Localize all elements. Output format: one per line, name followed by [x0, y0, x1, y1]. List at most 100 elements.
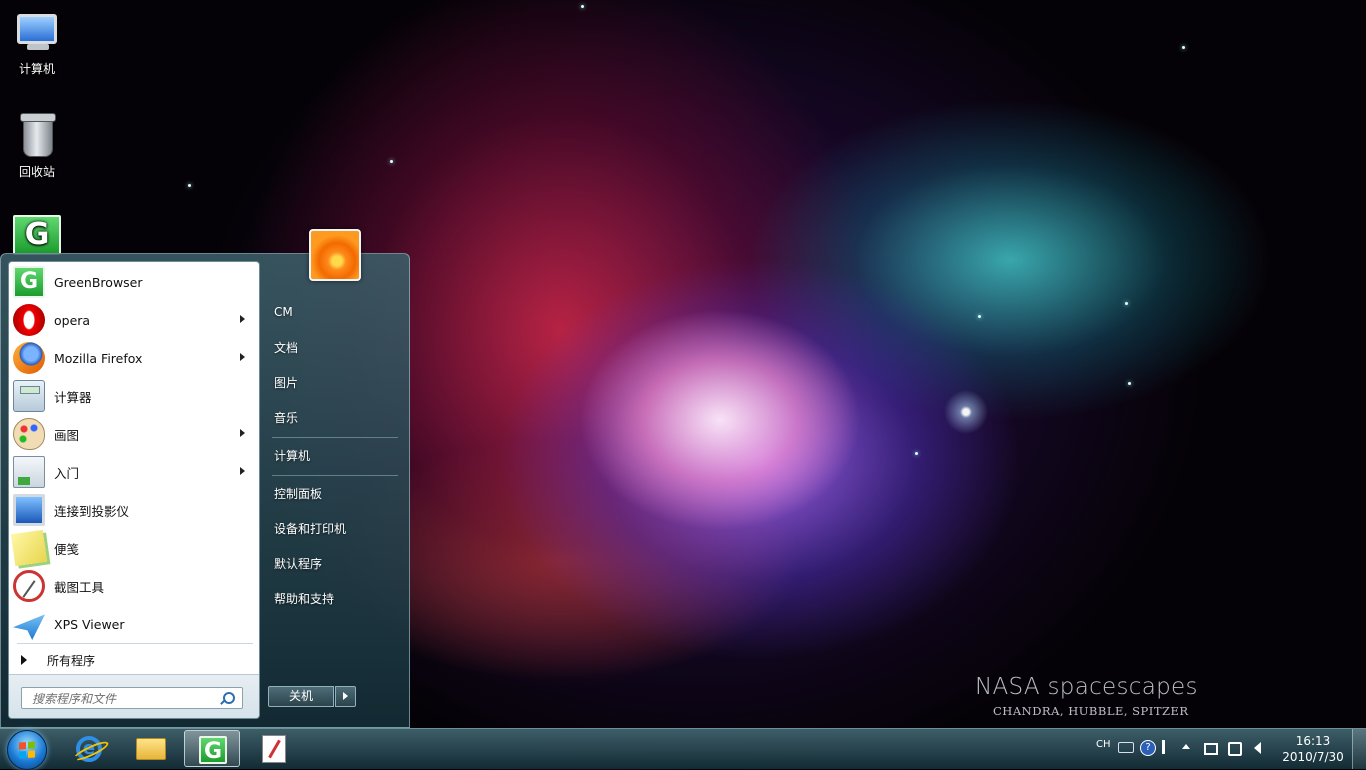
- program-item-getting-started[interactable]: 入门: [9, 453, 259, 491]
- computer-icon: [13, 8, 61, 56]
- wallpaper-subtitle: CHANDRA, HUBBLE, SPITZER: [993, 704, 1189, 718]
- divider: [17, 643, 253, 644]
- all-programs-label: 所有程序: [47, 653, 96, 668]
- right-item-help-support[interactable]: 帮助和支持: [266, 583, 402, 613]
- xps-viewer-icon: [13, 614, 45, 640]
- greenbrowser-icon: G: [199, 736, 227, 764]
- paint-icon: [13, 418, 45, 450]
- clock-date: 2010/7/30: [1282, 750, 1344, 764]
- show-hidden-icons-icon[interactable]: [1182, 744, 1190, 749]
- submenu-arrow-icon[interactable]: [240, 467, 245, 475]
- right-item-label: 音乐: [274, 410, 299, 425]
- star: [978, 315, 981, 318]
- getting-started-icon: [13, 456, 45, 488]
- program-label: 连接到投影仪: [54, 503, 130, 519]
- sticky-notes-icon: [10, 529, 48, 567]
- recycle-bin-icon: [13, 111, 61, 159]
- wallpaper-watermark: NASA spacescapes CHANDRA, HUBBLE, SPITZE…: [975, 674, 1205, 718]
- desktop-icon-label: 回收站: [18, 165, 55, 179]
- program-label: XPS Viewer: [54, 616, 125, 632]
- star: [188, 184, 191, 187]
- program-item-projector[interactable]: 连接到投影仪: [9, 491, 259, 529]
- shutdown-options-button[interactable]: [335, 686, 356, 707]
- keyboard-icon[interactable]: [1118, 742, 1134, 753]
- program-label: Mozilla Firefox: [54, 350, 143, 366]
- clock[interactable]: 16:13 2010/7/30: [1282, 733, 1344, 765]
- program-label: 截图工具: [54, 579, 105, 595]
- action-center-icon[interactable]: [1228, 742, 1242, 756]
- submenu-arrow-icon[interactable]: [240, 353, 245, 361]
- ime-options-icon[interactable]: [1162, 740, 1171, 754]
- program-label: GreenBrowser: [54, 274, 143, 290]
- right-item-label: CM: [274, 305, 293, 319]
- search-box[interactable]: [21, 687, 243, 709]
- submenu-arrow-icon[interactable]: [240, 429, 245, 437]
- projector-icon: [13, 494, 45, 526]
- desktop-icon-recycle-bin[interactable]: 回收站: [0, 111, 74, 180]
- right-item-label: 文档: [274, 340, 299, 355]
- right-item-control-panel[interactable]: 控制面板: [266, 478, 402, 508]
- star: [1125, 302, 1128, 305]
- taskbar-windows-explorer[interactable]: [122, 730, 178, 767]
- star: [581, 5, 584, 8]
- program-label: 计算器: [54, 389, 92, 405]
- submenu-arrow-icon[interactable]: [240, 315, 245, 323]
- program-item-opera[interactable]: opera: [9, 301, 259, 339]
- program-label: opera: [54, 312, 91, 328]
- program-label: 便笺: [54, 541, 80, 557]
- program-label: 画图: [54, 427, 80, 443]
- program-item-xps-viewer[interactable]: XPS Viewer: [9, 605, 259, 643]
- shutdown-button[interactable]: 关机: [268, 686, 334, 707]
- language-indicator[interactable]: CH: [1096, 739, 1111, 750]
- desktop-icon-computer[interactable]: 计算机: [0, 8, 74, 77]
- program-label: 入门: [54, 465, 80, 481]
- desktop-icon-label: 计算机: [18, 62, 55, 76]
- notepad-icon: [262, 735, 286, 763]
- help-icon[interactable]: ?: [1140, 740, 1156, 756]
- right-item-pictures[interactable]: 图片: [266, 367, 402, 397]
- wallpaper-title: NASA spacescapes: [975, 674, 1198, 700]
- right-item-label: 计算机: [274, 448, 311, 463]
- star: [915, 452, 918, 455]
- start-button[interactable]: [7, 730, 47, 770]
- right-item-label: 图片: [274, 375, 299, 390]
- divider: [272, 437, 398, 438]
- search-input[interactable]: [30, 689, 224, 709]
- program-item-paint[interactable]: 画图: [9, 415, 259, 453]
- program-item-greenbrowser[interactable]: G GreenBrowser: [9, 263, 259, 301]
- star: [1128, 382, 1131, 385]
- star: [390, 160, 393, 163]
- start-menu-programs-pane: G GreenBrowser opera Mozilla Firefox 计算器…: [8, 261, 260, 719]
- right-item-devices-printers[interactable]: 设备和打印机: [266, 513, 402, 543]
- volume-icon[interactable]: [1254, 742, 1261, 754]
- search-icon[interactable]: [223, 692, 235, 704]
- windows-explorer-icon: [136, 738, 166, 760]
- right-item-music[interactable]: 音乐: [266, 402, 402, 432]
- right-item-label: 帮助和支持: [274, 591, 335, 606]
- all-programs-item[interactable]: 所有程序: [9, 647, 259, 673]
- program-item-firefox[interactable]: Mozilla Firefox: [9, 339, 259, 377]
- right-item-label: 设备和打印机: [274, 521, 347, 536]
- calculator-icon: [13, 380, 45, 412]
- right-item-default-programs[interactable]: 默认程序: [266, 548, 402, 578]
- program-item-sticky-notes[interactable]: 便笺: [9, 529, 259, 567]
- snipping-tool-icon: [13, 570, 45, 602]
- internet-explorer-icon: e: [76, 736, 102, 762]
- show-desktop-button[interactable]: [1352, 729, 1366, 769]
- taskbar-internet-explorer[interactable]: e: [61, 730, 117, 767]
- user-flower-icon[interactable]: [309, 229, 361, 281]
- taskbar: e G CH ? 16:13 2010/7/30: [0, 728, 1366, 770]
- right-item-user-folder[interactable]: CM: [266, 297, 402, 327]
- windows-logo-icon: [19, 741, 35, 759]
- right-item-computer[interactable]: 计算机: [266, 440, 402, 470]
- opera-icon: [13, 304, 45, 336]
- network-icon[interactable]: [1204, 743, 1218, 755]
- taskbar-greenbrowser[interactable]: G: [184, 730, 240, 767]
- taskbar-notepad[interactable]: [246, 730, 302, 767]
- program-item-calculator[interactable]: 计算器: [9, 377, 259, 415]
- right-item-documents[interactable]: 文档: [266, 332, 402, 362]
- firefox-icon: [13, 342, 45, 374]
- program-item-snipping-tool[interactable]: 截图工具: [9, 567, 259, 605]
- star: [1182, 46, 1185, 49]
- divider: [272, 475, 398, 476]
